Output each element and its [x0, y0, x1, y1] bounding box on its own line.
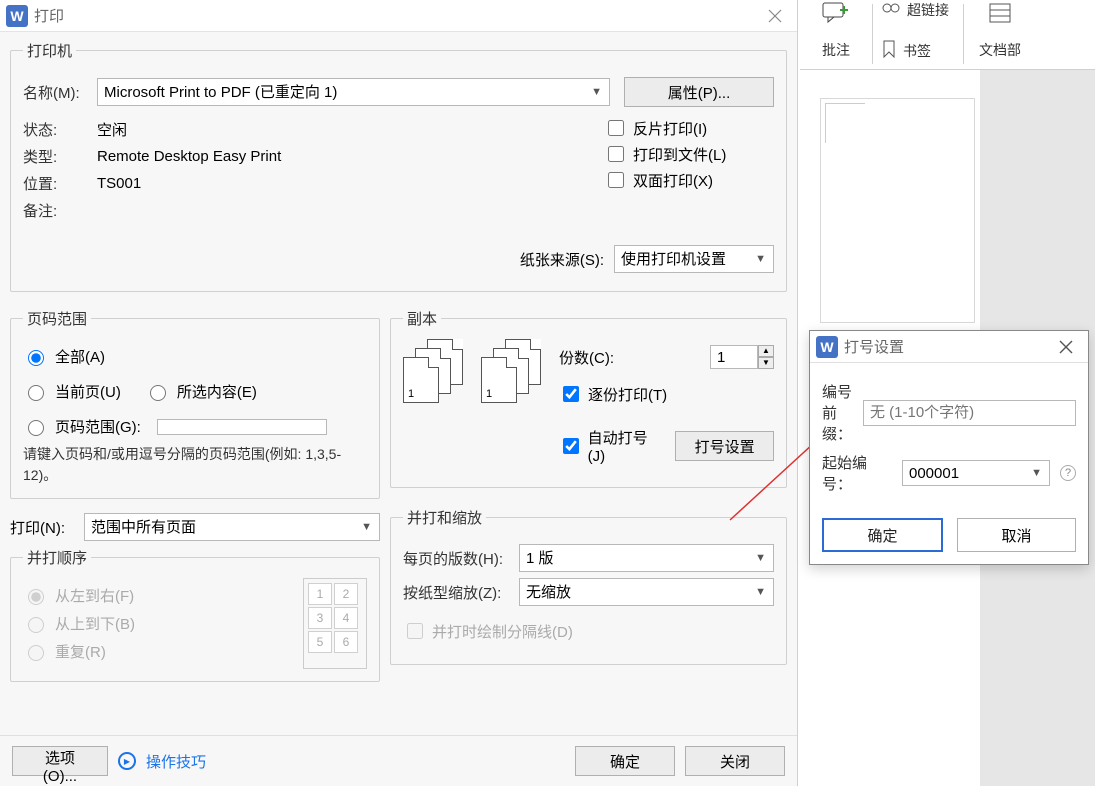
- range-pages-input[interactable]: [157, 419, 327, 435]
- range-selection[interactable]: 所选内容(E): [145, 381, 257, 402]
- name-label: 名称(M):: [23, 82, 91, 103]
- range-legend: 页码范围: [23, 308, 91, 329]
- close-button[interactable]: 关闭: [685, 746, 785, 776]
- ribbon-annotate-label: 批注: [822, 40, 850, 60]
- order-grid-preview: 12 34 56: [303, 578, 367, 669]
- pps-label: 每页的版数(H):: [403, 548, 513, 569]
- prefix-label: 编号前缀：: [822, 381, 857, 444]
- page-range-group: 页码范围 全部(A) 当前页(U) 所选内容(E) 页码范围(G): 请键入页码…: [10, 308, 380, 499]
- spin-up[interactable]: ▲: [758, 345, 774, 357]
- sub-cancel-button[interactable]: 取消: [957, 518, 1076, 552]
- order-tb: 从上到下(B): [23, 613, 289, 634]
- copies-spinner[interactable]: ▲▼: [710, 345, 774, 369]
- print-what-select[interactable]: 范围中所有页面: [84, 513, 380, 541]
- order-repeat: 重复(R): [23, 641, 289, 662]
- copies-label: 份数(C):: [559, 347, 629, 368]
- type-label: 类型:: [23, 146, 91, 167]
- ribbon-bookmark-label: 书签: [903, 41, 931, 61]
- numbering-title: 打号设置: [844, 336, 904, 357]
- sub-ok-button[interactable]: 确定: [822, 518, 943, 552]
- copies-group: 副本 3 2 1 3 2 1 份数(C):: [390, 308, 787, 488]
- duplex-checkbox[interactable]: 双面打印(X): [604, 169, 774, 191]
- remark-label: 备注:: [23, 200, 91, 221]
- ribbon-bookmark[interactable]: 书签: [881, 40, 931, 62]
- collate-illus-1: 3 2 1: [403, 339, 463, 405]
- order-lr: 从左到右(F): [23, 585, 289, 606]
- ok-button[interactable]: 确定: [575, 746, 675, 776]
- type-value: Remote Desktop Easy Print: [97, 148, 281, 165]
- ribbon-annotate[interactable]: 批注: [800, 0, 872, 69]
- range-all[interactable]: 全部(A): [23, 346, 367, 367]
- numbering-dialog: W 打号设置 编号前缀： 起始编号： ? 确定 取消: [809, 330, 1089, 565]
- scale-select[interactable]: 无缩放: [519, 578, 774, 606]
- autonumber-settings-button[interactable]: 打号设置: [675, 431, 774, 461]
- paper-source-select[interactable]: 使用打印机设置: [614, 245, 774, 273]
- prefix-input[interactable]: [863, 400, 1076, 426]
- status-label: 状态:: [23, 119, 91, 140]
- scale-group: 并打和缩放 每页的版数(H): 1 版 按纸型缩放(Z): 无缩放 并打时绘制分…: [390, 507, 787, 665]
- print-what-label: 打印(N):: [10, 517, 78, 538]
- properties-button[interactable]: 属性(P)...: [624, 77, 774, 107]
- autonumber-checkbox[interactable]: 自动打号(J): [559, 427, 663, 465]
- ribbon-hyperlink-label: 超链接: [907, 0, 949, 20]
- collate-illus-2: 3 2 1: [481, 339, 541, 405]
- ribbon: 批注 超链接 书签 文档部: [800, 0, 1095, 70]
- pages-per-sheet-select[interactable]: 1 版: [519, 544, 774, 572]
- printer-select[interactable]: Microsoft Print to PDF (已重定向 1): [97, 78, 610, 106]
- options-button[interactable]: 选项(O)...: [12, 746, 108, 776]
- start-number-input[interactable]: [902, 460, 1050, 486]
- location-label: 位置:: [23, 173, 91, 194]
- mirror-checkbox[interactable]: 反片打印(I): [604, 117, 774, 139]
- ribbon-docparts[interactable]: 文档部: [964, 0, 1036, 69]
- range-pages[interactable]: 页码范围(G):: [23, 416, 367, 437]
- printer-group: 打印机 名称(M): Microsoft Print to PDF (已重定向 …: [10, 40, 787, 292]
- range-current[interactable]: 当前页(U): [23, 381, 121, 402]
- spin-down[interactable]: ▼: [758, 357, 774, 369]
- docparts-icon: [984, 2, 1016, 24]
- location-value: TS001: [97, 175, 141, 192]
- dialog-title: 打印: [34, 5, 64, 26]
- titlebar: W 打印: [0, 0, 797, 32]
- info-icon: [118, 752, 136, 770]
- print-order-legend: 并打顺序: [23, 547, 91, 568]
- paper-source-label: 纸张来源(S):: [520, 249, 604, 270]
- printer-legend: 打印机: [23, 40, 76, 61]
- app-icon: W: [816, 336, 838, 358]
- ribbon-hyperlink[interactable]: 超链接: [881, 0, 949, 20]
- scale-label: 按纸型缩放(Z):: [403, 582, 513, 603]
- document-page: [820, 98, 975, 323]
- draw-separator-checkbox: 并打时绘制分隔线(D): [403, 620, 774, 642]
- scale-legend: 并打和缩放: [403, 507, 486, 528]
- print-to-file-checkbox[interactable]: 打印到文件(L): [604, 143, 774, 165]
- status-value: 空闲: [97, 119, 127, 140]
- collate-checkbox[interactable]: 逐份打印(T): [559, 383, 774, 405]
- help-icon[interactable]: ?: [1060, 465, 1076, 481]
- print-dialog: W 打印 打印机 名称(M): Microsoft Print to PDF (…: [0, 0, 798, 786]
- range-hint: 请键入页码和/或用逗号分隔的页码范围(例如: 1,3,5-12)。: [23, 444, 367, 486]
- footer: 选项(O)... 操作技巧 确定 关闭: [0, 735, 797, 786]
- copies-legend: 副本: [403, 308, 441, 329]
- print-order-group: 并打顺序 从左到右(F) 从上到下(B) 重复(R) 12 34 56: [10, 547, 380, 682]
- start-label: 起始编号：: [822, 452, 896, 494]
- close-icon[interactable]: [1050, 331, 1082, 363]
- tips-link[interactable]: 操作技巧: [146, 751, 206, 772]
- comment-plus-icon: [820, 2, 852, 24]
- ribbon-docparts-label: 文档部: [979, 40, 1021, 60]
- app-icon: W: [6, 5, 28, 27]
- hyperlink-icon: [881, 0, 901, 20]
- bookmark-icon: [881, 40, 897, 62]
- close-icon[interactable]: [759, 0, 791, 32]
